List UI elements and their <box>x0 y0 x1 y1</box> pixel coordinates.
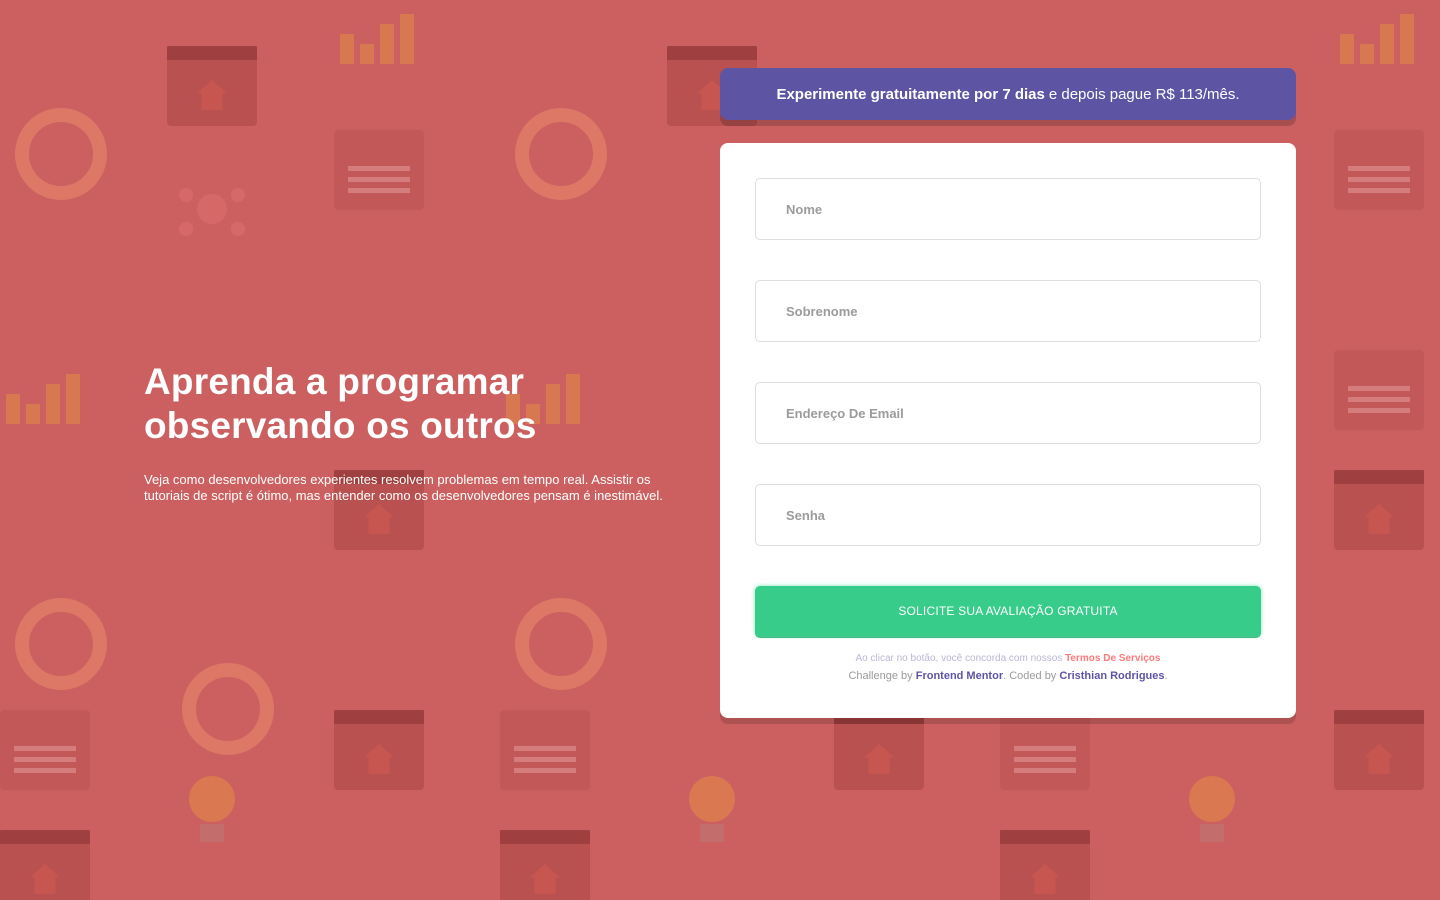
lightbulb-icon <box>667 770 757 850</box>
network-icon <box>167 170 257 250</box>
coded-by-text: . Coded by <box>1003 670 1057 682</box>
signup-form: SOLICITE SUA AVALIAÇÃO GRATUITA Ao clica… <box>720 143 1296 718</box>
browser-home-icon <box>1334 710 1424 790</box>
terms-prefix: Ao clicar no botão, você concorda com no… <box>855 653 1063 664</box>
attribution: Challenge by Frontend Mentor. Coded by C… <box>755 670 1261 682</box>
calendar-icon <box>1000 710 1090 790</box>
browser-home-icon <box>167 46 257 126</box>
lifebuoy-icon <box>167 655 274 755</box>
chart-icon <box>334 0 424 70</box>
toolbox-icon <box>334 130 424 210</box>
browser-home-icon <box>834 710 924 790</box>
hero-title-line-1: Aprenda a programar <box>144 361 525 402</box>
lightbulb-icon <box>167 770 257 850</box>
last-name-input[interactable] <box>755 280 1261 342</box>
hero-description: Veja como desenvolvedores experientes re… <box>144 472 663 503</box>
toolbox-icon <box>1334 130 1424 210</box>
hero-title-line-2: observando os outros <box>144 405 537 446</box>
promo-bold-text: Experimente gratuitamente por 7 dias <box>776 85 1045 103</box>
challenge-by-text: Challenge by <box>848 670 913 682</box>
browser-search-icon <box>1334 470 1424 550</box>
chart-icon <box>1334 0 1424 70</box>
calendar-icon <box>500 710 590 790</box>
folder-gear-icon <box>1334 350 1424 430</box>
headset-icon <box>0 100 107 200</box>
trial-promo-banner: Experimente gratuitamente por 7 dias e d… <box>720 68 1296 120</box>
calendar-icon <box>0 710 90 790</box>
first-name-input[interactable] <box>755 178 1261 240</box>
browser-home-icon <box>334 710 424 790</box>
globe-icon <box>500 590 607 690</box>
terms-of-service-link[interactable]: Termos De Serviços <box>1065 653 1160 664</box>
hero-title: Aprenda a programar observando os outros <box>144 360 674 448</box>
globe-icon <box>0 590 107 690</box>
password-input[interactable] <box>755 484 1261 546</box>
browser-sitemap-icon <box>0 830 90 900</box>
author-link[interactable]: Cristhian Rodrigues <box>1059 670 1164 682</box>
claim-free-trial-button[interactable]: SOLICITE SUA AVALIAÇÃO GRATUITA <box>755 586 1261 636</box>
headset-icon <box>500 100 607 200</box>
lightbulb-icon <box>1167 770 1257 850</box>
terms-notice: Ao clicar no botão, você concorda com no… <box>755 653 1261 664</box>
promo-text: e depois pague R$ 113/mês. <box>1048 85 1240 103</box>
browser-sitemap-icon <box>500 830 590 900</box>
credit-suffix: . <box>1164 670 1168 682</box>
browser-sitemap-icon <box>1000 830 1090 900</box>
chart-icon <box>0 350 90 430</box>
email-input[interactable] <box>755 382 1261 444</box>
frontend-mentor-link[interactable]: Frontend Mentor <box>916 670 1003 682</box>
hero-section: Aprenda a programar observando os outros… <box>144 360 674 504</box>
